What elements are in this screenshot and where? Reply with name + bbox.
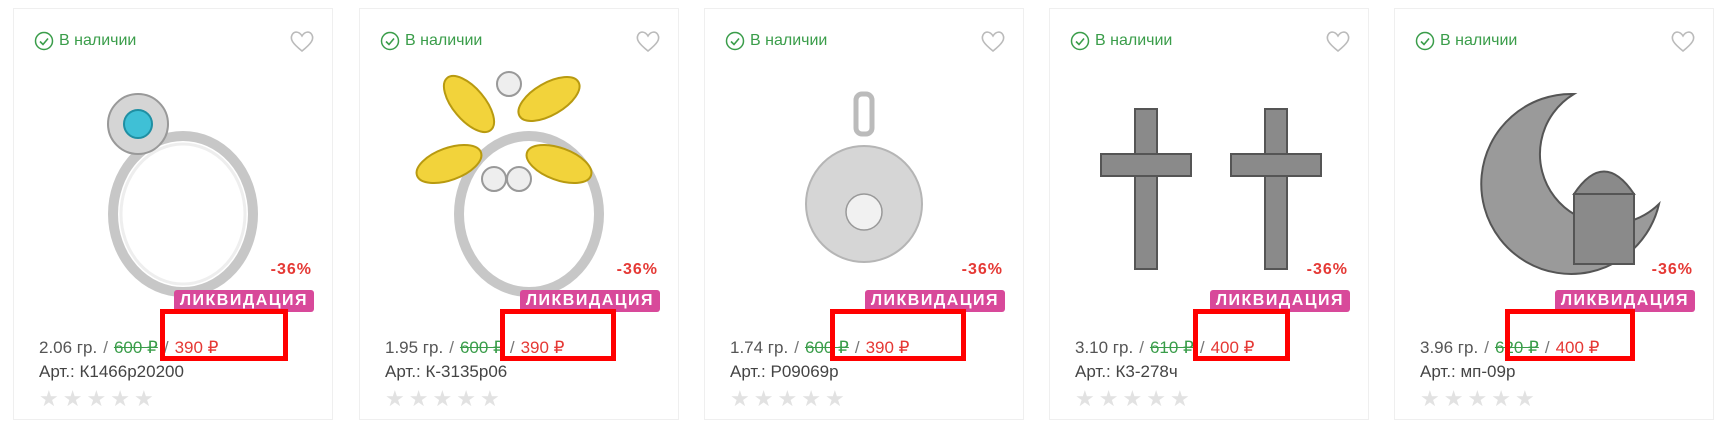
star-icon[interactable]: ★ <box>134 388 154 410</box>
new-price: 390 ₽ <box>520 338 565 357</box>
new-price: 400 ₽ <box>1210 338 1255 357</box>
check-circle-icon <box>380 31 400 51</box>
star-icon[interactable]: ★ <box>1146 388 1166 410</box>
check-circle-icon <box>1070 31 1090 51</box>
stock-label: В наличии <box>750 32 828 49</box>
article-number: Арт.: К3-278ч <box>1075 362 1178 381</box>
discount-label: -36% <box>1651 261 1693 278</box>
product-card[interactable]: В наличии -36% ЛИКВИДАЦИЯ 3.10 гр./610 ₽… <box>1049 8 1369 420</box>
cross-icon <box>1100 108 1322 270</box>
product-card[interactable]: В наличии -36% ЛИКВИДАЦИЯ 2.06 гр./600 ₽… <box>13 8 333 420</box>
weight: 3.10 гр. <box>1075 338 1134 357</box>
new-price: 400 ₽ <box>1555 338 1600 357</box>
rating-stars[interactable]: ★ ★ ★ ★ ★ <box>1075 388 1190 410</box>
price-row: 1.95 гр./600 ₽/390 ₽ <box>385 338 565 357</box>
star-icon[interactable]: ★ <box>1444 388 1464 410</box>
price-row: 2.06 гр./600 ₽/390 ₽ <box>39 338 219 357</box>
star-icon[interactable]: ★ <box>432 388 452 410</box>
stock-status: В наличии <box>1415 31 1517 51</box>
article-number: Арт.: К1466р20200 <box>39 362 184 381</box>
star-icon[interactable]: ★ <box>1099 388 1119 410</box>
product-card[interactable]: В наличии -36% ЛИКВИДАЦИЯ 1.74 гр./600 ₽… <box>704 8 1024 420</box>
stock-status: В наличии <box>1070 31 1172 51</box>
old-price: 610 ₽ <box>1149 338 1194 357</box>
rating-stars[interactable]: ★ ★ ★ ★ ★ <box>39 388 154 410</box>
star-icon[interactable]: ★ <box>825 388 845 410</box>
star-icon[interactable]: ★ <box>1075 388 1095 410</box>
star-icon[interactable]: ★ <box>777 388 797 410</box>
check-circle-icon <box>1415 31 1435 51</box>
weight: 2.06 гр. <box>39 338 98 357</box>
star-icon[interactable]: ★ <box>409 388 429 410</box>
star-icon[interactable]: ★ <box>754 388 774 410</box>
check-circle-icon <box>725 31 745 51</box>
star-icon[interactable]: ★ <box>86 388 106 410</box>
new-price: 390 ₽ <box>174 338 219 357</box>
article-number: Арт.: мп-09р <box>1420 362 1516 381</box>
ring-icon <box>107 93 258 297</box>
weight: 3.96 гр. <box>1420 338 1479 357</box>
stock-status: В наличии <box>725 31 827 51</box>
star-icon[interactable]: ★ <box>456 388 476 410</box>
liquidation-badge: ЛИКВИДАЦИЯ <box>1209 290 1350 312</box>
old-price: 600 ₽ <box>459 338 504 357</box>
liquidation-badge: ЛИКВИДАЦИЯ <box>1554 290 1695 312</box>
star-icon[interactable]: ★ <box>730 388 750 410</box>
old-price: 620 ₽ <box>1494 338 1539 357</box>
star-icon[interactable]: ★ <box>63 388 83 410</box>
star-icon[interactable]: ★ <box>801 388 821 410</box>
rating-stars[interactable]: ★ ★ ★ ★ ★ <box>385 388 500 410</box>
liquidation-badge: ЛИКВИДАЦИЯ <box>864 290 1005 312</box>
star-icon[interactable]: ★ <box>39 388 59 410</box>
stock-label: В наличии <box>1440 32 1518 49</box>
stock-label: В наличии <box>59 32 137 49</box>
product-card[interactable]: В наличии -36% ЛИКВИДАЦИЯ 1.95 гр./600 ₽… <box>359 8 679 420</box>
star-icon[interactable]: ★ <box>1467 388 1487 410</box>
old-price: 600 ₽ <box>804 338 849 357</box>
star-icon[interactable]: ★ <box>1122 388 1142 410</box>
stock-status: В наличии <box>380 31 482 51</box>
check-circle-icon <box>34 31 54 51</box>
star-icon[interactable]: ★ <box>1420 388 1440 410</box>
stock-status: В наличии <box>34 31 136 51</box>
stock-label: В наличии <box>1095 32 1173 49</box>
crescent-icon <box>1480 92 1661 275</box>
star-icon[interactable]: ★ <box>385 388 405 410</box>
old-price: 600 ₽ <box>113 338 158 357</box>
price-row: 3.96 гр./620 ₽/400 ₽ <box>1420 338 1600 357</box>
liquidation-badge: ЛИКВИДАЦИЯ <box>173 290 314 312</box>
star-icon[interactable]: ★ <box>1515 388 1535 410</box>
rating-stars[interactable]: ★ ★ ★ ★ ★ <box>730 388 845 410</box>
star-icon[interactable]: ★ <box>110 388 130 410</box>
rating-stars[interactable]: ★ ★ ★ ★ ★ <box>1420 388 1535 410</box>
star-icon[interactable]: ★ <box>1491 388 1511 410</box>
discount-label: -36% <box>270 261 312 278</box>
stock-label: В наличии <box>405 32 483 49</box>
ring-icon <box>415 71 604 297</box>
weight: 1.74 гр. <box>730 338 789 357</box>
new-price: 390 ₽ <box>865 338 910 357</box>
product-card[interactable]: В наличии -36% ЛИКВИДАЦИЯ 3.96 гр./620 ₽… <box>1394 8 1714 420</box>
star-icon[interactable]: ★ <box>480 388 500 410</box>
price-row: 3.10 гр./610 ₽/400 ₽ <box>1075 338 1255 357</box>
discount-label: -36% <box>961 261 1003 278</box>
discount-label: -36% <box>1306 261 1348 278</box>
article-number: Арт.: К-3135р06 <box>385 362 508 381</box>
star-icon[interactable]: ★ <box>1170 388 1190 410</box>
pendant-icon <box>805 91 923 263</box>
discount-label: -36% <box>616 261 658 278</box>
weight: 1.95 гр. <box>385 338 444 357</box>
price-row: 1.74 гр./600 ₽/390 ₽ <box>730 338 910 357</box>
article-number: Арт.: Р09069р <box>730 362 839 381</box>
liquidation-badge: ЛИКВИДАЦИЯ <box>519 290 660 312</box>
